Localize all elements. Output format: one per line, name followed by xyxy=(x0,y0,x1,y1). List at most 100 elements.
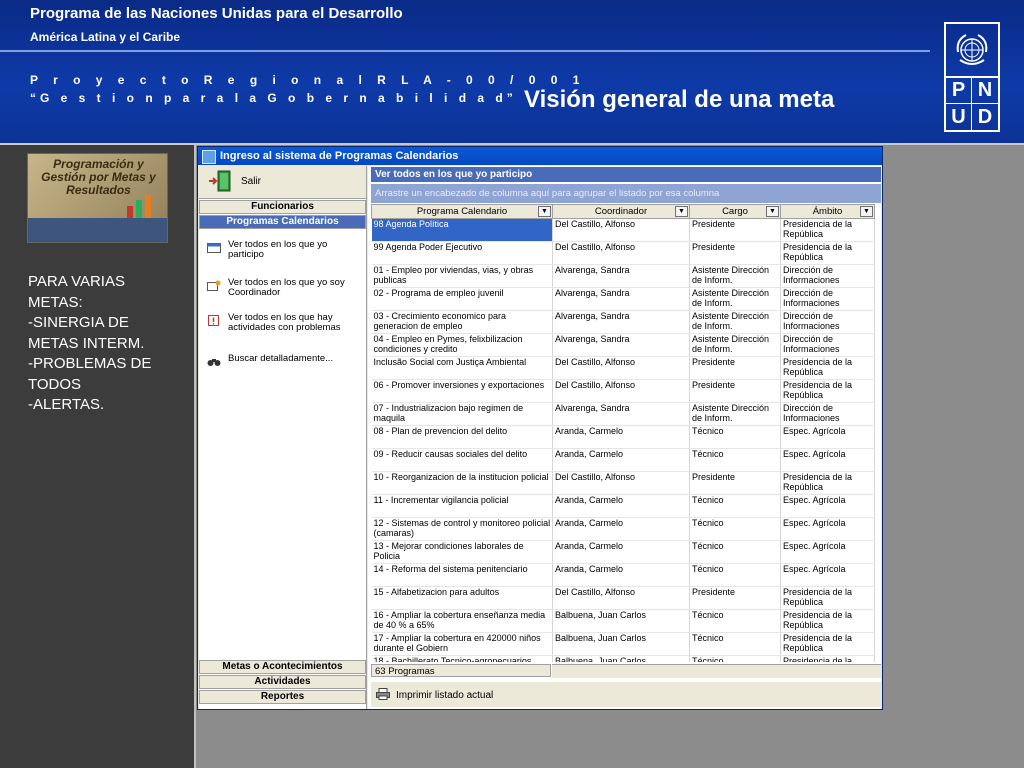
column-header-label: Programa Calendario xyxy=(416,206,508,217)
table-row[interactable]: 13 - Mejorar condiciones laborales de Po… xyxy=(371,540,875,564)
table-row[interactable]: 15 - Alfabetizacion para adultos Del Cast… xyxy=(371,586,875,610)
nav-item-label: Ver todos en los que yo soy Coordinador xyxy=(228,277,345,298)
table-row[interactable]: 11 - Incrementar vigilancia policial Aran… xyxy=(371,494,875,518)
column-header-label: Coordinador xyxy=(594,206,648,217)
table-cell: Presidente xyxy=(689,379,781,403)
table-cell: Técnico xyxy=(689,517,781,541)
printer-icon xyxy=(376,688,390,700)
table-cell: Dirección de Informaciones xyxy=(780,287,875,311)
exit-button[interactable]: Salir xyxy=(199,166,366,199)
left-panel: Programación y Gestión por Metas y Resul… xyxy=(0,145,196,768)
table-cell: Espec. Agrícola xyxy=(780,563,875,587)
table-cell: Asistente Dirección de Inform. xyxy=(689,287,781,311)
table-cell: 04 - Empleo en Pymes, felixbilizacion co… xyxy=(371,333,553,357)
logo-letter: N xyxy=(972,78,998,104)
table-row[interactable]: Inclusão Social com Justiça Ambiental Del… xyxy=(371,356,875,380)
table-cell: 17 - Ampliar la cobertura en 420000 niño… xyxy=(371,632,553,656)
table-cell: Aranda, Carmelo xyxy=(552,540,690,564)
table-cell: Del Castillo, Alfonso xyxy=(552,241,690,265)
table-row[interactable]: 07 - Industrializacion bajo regimen de m… xyxy=(371,402,875,426)
chevron-down-icon[interactable]: ▼ xyxy=(766,206,779,217)
group-metas[interactable]: Metas o Acontecimientos xyxy=(199,660,366,674)
table-cell: Presidencia de la República xyxy=(780,379,875,403)
table-cell: 13 - Mejorar condiciones laborales de Po… xyxy=(371,540,553,564)
table-cell: Alvarenga, Sandra xyxy=(552,333,690,357)
un-emblem-icon xyxy=(946,24,998,78)
print-label: Imprimir listado actual xyxy=(396,690,494,701)
app-window: Ingreso al sistema de Programas Calendar… xyxy=(197,146,883,710)
logo-letter: U xyxy=(946,104,972,130)
column-header-ambito[interactable]: Ámbito ▼ xyxy=(780,204,875,219)
table-cell: Presidencia de la República xyxy=(780,632,875,656)
table-row[interactable]: 09 - Reducir causas sociales del delito A… xyxy=(371,448,875,472)
table-cell: Balbuena, Juan Carlos xyxy=(552,655,690,662)
table-row[interactable]: 06 - Promover inversiones y exportacione… xyxy=(371,379,875,403)
table-cell: 08 - Plan de prevencion del delito xyxy=(371,425,553,449)
nav-item-label: Buscar detalladamente... xyxy=(228,353,334,364)
slide-header: Programa de las Naciones Unidas para el … xyxy=(0,0,1024,145)
table-cell: 09 - Reducir causas sociales del delito xyxy=(371,448,553,472)
table-row[interactable]: 18 - Bachillerato Tecnico-agropecuarios B… xyxy=(371,655,875,662)
table-row[interactable]: 99 Agenda Poder Ejecutivo Del Castillo, A… xyxy=(371,241,875,265)
table-cell: Presidencia de la República xyxy=(780,609,875,633)
column-header-cargo[interactable]: Cargo ▼ xyxy=(689,204,781,219)
table-cell: Técnico xyxy=(689,540,781,564)
column-header-coordinador[interactable]: Coordinador ▼ xyxy=(552,204,690,219)
table-row[interactable]: 12 - Sistemas de control y monitoreo pol… xyxy=(371,517,875,541)
table-cell: Alvarenga, Sandra xyxy=(552,402,690,426)
thumbnail-footer xyxy=(28,218,167,242)
group-by-area[interactable]: Arrastre un encabezado de columna aquí p… xyxy=(371,184,881,203)
window-titlebar: Ingreso al sistema de Programas Calendar… xyxy=(198,147,882,165)
table-row[interactable]: 04 - Empleo en Pymes, felixbilizacion co… xyxy=(371,333,875,357)
table-cell: Balbuena, Juan Carlos xyxy=(552,632,690,656)
table-cell: Presidencia de la República xyxy=(780,471,875,495)
table-cell: Presidente xyxy=(689,356,781,380)
chevron-down-icon[interactable]: ▼ xyxy=(675,206,688,217)
table-cell: Presidente xyxy=(689,586,781,610)
table-row[interactable]: 01 - Empleo por viviendas, vias, y obras… xyxy=(371,264,875,288)
group-reportes[interactable]: Reportes xyxy=(199,690,366,704)
table-cell: Dirección de Informaciones xyxy=(780,264,875,288)
chevron-down-icon[interactable]: ▼ xyxy=(860,206,873,217)
app-icon xyxy=(202,150,216,164)
table-cell: Dirección de Informaciones xyxy=(780,402,875,426)
table-row[interactable]: 16 - Ampliar la cobertura enseñanza medi… xyxy=(371,609,875,633)
table-cell: 06 - Promover inversiones y exportacione… xyxy=(371,379,553,403)
table-row[interactable]: 03 - Crecimiento economico para generaci… xyxy=(371,310,875,334)
table-cell: 99 Agenda Poder Ejecutivo xyxy=(371,241,553,265)
table-cell: Espec. Agrícola xyxy=(780,494,875,518)
table-cell: Presidente xyxy=(689,471,781,495)
table-row[interactable]: 14 - Reforma del sistema penitenciario Ar… xyxy=(371,563,875,587)
column-header-programa[interactable]: Programa Calendario ▼ xyxy=(371,204,553,219)
group-programas-calendarios[interactable]: Programas Calendarios xyxy=(199,215,366,229)
content-panel: Ver todos en los que yo participo Arrast… xyxy=(368,166,881,709)
table-row[interactable]: 08 - Plan de prevencion del delito Aranda… xyxy=(371,425,875,449)
table-row[interactable]: 02 - Programa de empleo juvenil Alvarenga… xyxy=(371,287,875,311)
table-cell: Del Castillo, Alfonso xyxy=(552,356,690,380)
table-cell: Aranda, Carmelo xyxy=(552,425,690,449)
table-cell: Balbuena, Juan Carlos xyxy=(552,609,690,633)
table-row[interactable]: 17 - Ampliar la cobertura en 420000 niño… xyxy=(371,632,875,656)
table-cell: 12 - Sistemas de control y monitoreo pol… xyxy=(371,517,553,541)
table-row[interactable]: 98 Agenda Política Del Castillo, Alfonso P… xyxy=(371,218,875,242)
logo-letter: D xyxy=(977,105,993,128)
nav-item-label: Ver todos en los que hay actividades con… xyxy=(228,312,341,333)
table-cell: 15 - Alfabetizacion para adultos xyxy=(371,586,553,610)
exit-label: Salir xyxy=(241,176,262,187)
group-funcionarios[interactable]: Funcionarios xyxy=(199,200,366,214)
table-cell: Técnico xyxy=(689,448,781,472)
table-cell: Técnico xyxy=(689,494,781,518)
table-cell: Presidente xyxy=(689,218,781,242)
chevron-down-icon[interactable]: ▼ xyxy=(538,206,551,217)
table-cell: Alvarenga, Sandra xyxy=(552,287,690,311)
print-button[interactable]: Imprimir listado actual xyxy=(371,682,881,707)
content-title: Ver todos en los que yo participo xyxy=(371,167,881,182)
table-row[interactable]: 10 - Reorganizacion de la institucion po… xyxy=(371,471,875,495)
region-name: América Latina y el Caribe xyxy=(30,30,181,44)
table-cell: Del Castillo, Alfonso xyxy=(552,218,690,242)
exit-door-icon xyxy=(209,170,231,192)
table-cell: 01 - Empleo por viviendas, vias, y obras… xyxy=(371,264,553,288)
table-cell: Presidencia de la República xyxy=(780,241,875,265)
header-divider xyxy=(0,50,930,52)
group-actividades[interactable]: Actividades xyxy=(199,675,366,689)
